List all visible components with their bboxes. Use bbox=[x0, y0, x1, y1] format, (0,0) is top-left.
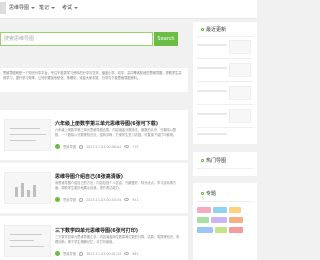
eye-icon bbox=[124, 252, 130, 255]
article-thumbnail[interactable] bbox=[4, 119, 51, 151]
article-description: 六年级上册数学第三单元思维导图合集，内容涵盖分数除法、倒数的认识、分数除以整数、… bbox=[55, 128, 177, 137]
article-views: 775 bbox=[132, 144, 139, 149]
article-description: 用思维导图介绍自己的方法，内容包括个人信息、兴趣爱好、特长优点、学习目标等方面，… bbox=[55, 181, 177, 190]
eye-icon bbox=[124, 145, 130, 148]
site-intro-card: 思维导图网是一个知识分享平台，专注于各类学习资料的分享与交流，涵盖小学、初中、高… bbox=[0, 68, 188, 92]
nav-item-label: 思维导图 bbox=[9, 5, 30, 11]
avatar bbox=[55, 251, 60, 256]
article-meta: 思维导图 2023-11-03 00:01:54 983 bbox=[55, 251, 139, 256]
chevron-down-icon bbox=[31, 6, 36, 9]
topic-tag[interactable] bbox=[229, 207, 241, 213]
article-meta: 思维导图 2023-11-03 00:06:04 775 bbox=[55, 144, 139, 149]
article-title[interactable]: 六年级上册数学第三单元思维导图(6张可下载) bbox=[55, 120, 158, 127]
nav-item-mindmap[interactable]: 思维导图 bbox=[9, 4, 36, 11]
divider bbox=[197, 104, 253, 105]
fire-icon bbox=[201, 159, 204, 162]
search-bar: Search bbox=[0, 32, 178, 46]
logo[interactable] bbox=[0, 2, 6, 14]
list-item[interactable] bbox=[197, 67, 227, 69]
topic-tag[interactable] bbox=[211, 217, 227, 223]
topic-tag[interactable] bbox=[197, 217, 209, 223]
article-thumbnail[interactable] bbox=[4, 172, 51, 204]
list-item[interactable] bbox=[197, 113, 227, 115]
topic-tag[interactable] bbox=[215, 227, 227, 233]
sidebar-section-label: 热门导图 bbox=[206, 158, 227, 164]
topic-tag[interactable] bbox=[213, 207, 227, 213]
list-icon bbox=[201, 28, 204, 31]
article-author[interactable]: 思维导图 bbox=[63, 197, 76, 202]
chevron-down-icon bbox=[74, 6, 79, 9]
article-card[interactable]: 六年级上册数学第三单元思维导图(6张可下载) 六年级上册数学第三单元思维导图合集… bbox=[0, 110, 188, 160]
sidebar-topics: 专题 bbox=[193, 183, 257, 260]
list-item-thumbnail[interactable] bbox=[229, 40, 251, 54]
avatar bbox=[55, 144, 60, 149]
tag-icon bbox=[201, 192, 204, 195]
chevron-down-icon bbox=[51, 6, 56, 9]
article-date: 2023-11-03 00:06:04 bbox=[86, 144, 122, 149]
list-item[interactable] bbox=[197, 44, 227, 46]
search-button[interactable]: Search bbox=[154, 32, 178, 46]
topic-tag[interactable] bbox=[197, 227, 213, 233]
article-description: 三下数学四单元思维导图汇总，内容涵盖两位数乘两位数的口算、估算、笔算等知识，条理… bbox=[55, 235, 180, 244]
clock-icon bbox=[79, 251, 84, 256]
nav-item-exam[interactable]: 考试 bbox=[62, 4, 79, 11]
article-views: 951 bbox=[132, 197, 139, 202]
list-item-thumbnail[interactable] bbox=[229, 63, 251, 77]
article-thumbnail[interactable] bbox=[4, 225, 51, 257]
divider bbox=[197, 127, 253, 128]
article-date: 2023-11-03 00:01:54 bbox=[86, 251, 122, 256]
divider bbox=[197, 36, 253, 37]
sidebar-section-label: 专题 bbox=[206, 191, 217, 197]
article-meta: 思维导图 2023-11-03 00:04:34 951 bbox=[55, 197, 139, 202]
divider bbox=[197, 81, 253, 82]
article-card[interactable]: 思维导图介绍自己(8张高清版) 用思维导图介绍自己的方法，内容包括个人信息、兴趣… bbox=[0, 163, 188, 213]
article-card[interactable]: 三下数学四单元思维导图(6张可打印) 三下数学四单元思维导图汇总，内容涵盖两位数… bbox=[0, 216, 188, 260]
sidebar-section-title: 最近更新 bbox=[201, 26, 226, 33]
list-item-thumbnail[interactable] bbox=[229, 109, 251, 123]
nav-item-notes[interactable]: 笔记 bbox=[39, 4, 56, 11]
top-nav-bar: 思维导图 笔记 考试 bbox=[0, 0, 257, 19]
list-item[interactable] bbox=[197, 90, 227, 92]
divider bbox=[197, 201, 253, 202]
nav-item-label: 笔记 bbox=[39, 5, 50, 11]
divider bbox=[197, 168, 253, 169]
list-item-thumbnail[interactable] bbox=[229, 86, 251, 100]
eye-icon bbox=[124, 198, 130, 201]
article-author[interactable]: 思维导图 bbox=[63, 251, 76, 256]
sidebar-section-label: 最近更新 bbox=[206, 27, 227, 33]
sidebar-section-title: 专题 bbox=[201, 190, 216, 197]
divider bbox=[197, 58, 253, 59]
site-intro-text: 思维导图网是一个知识分享平台，专注于各类学习资料的分享与交流，涵盖小学、初中、高… bbox=[3, 71, 182, 80]
article-author[interactable]: 思维导图 bbox=[63, 144, 76, 149]
sidebar-section-title: 热门导图 bbox=[201, 157, 226, 164]
topic-tag[interactable] bbox=[229, 217, 243, 223]
search-input[interactable] bbox=[0, 32, 153, 46]
sidebar-hot-mindmaps: 热门导图 bbox=[193, 152, 257, 176]
article-date: 2023-11-03 00:04:34 bbox=[86, 197, 122, 202]
sidebar-latest-updates: 最近更新 bbox=[193, 22, 257, 144]
article-title[interactable]: 思维导图介绍自己(8张高清版) bbox=[55, 173, 123, 180]
article-title[interactable]: 三下数学四单元思维导图(6张可打印) bbox=[55, 227, 138, 234]
article-views: 983 bbox=[132, 251, 139, 256]
topic-tag[interactable] bbox=[197, 207, 211, 213]
clock-icon bbox=[79, 144, 84, 149]
topic-tag[interactable] bbox=[229, 227, 243, 233]
list-item[interactable] bbox=[197, 133, 227, 135]
clock-icon bbox=[79, 197, 84, 202]
nav-item-label: 考试 bbox=[62, 5, 73, 11]
avatar bbox=[55, 197, 60, 202]
